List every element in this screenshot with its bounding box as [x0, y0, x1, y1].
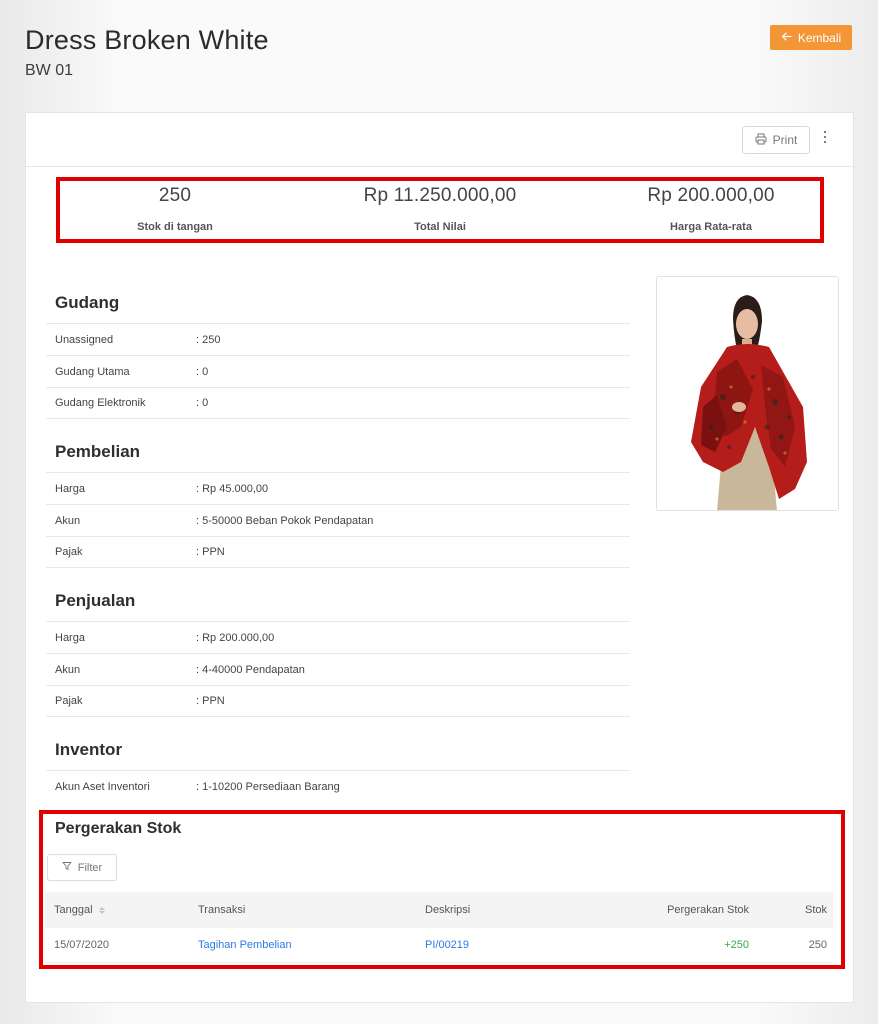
stock-movement-panel: Pergerakan Stok Filter Tanggal Transaksi…	[39, 810, 845, 969]
detail-value: : PPN	[196, 546, 225, 558]
detail-row: Akun : 5-50000 Beban Pokok Pendapatan	[46, 504, 630, 536]
filter-button-label: Filter	[77, 861, 103, 874]
detail-value: : Rp 200.000,00	[196, 631, 275, 644]
detail-row: Gudang Elektronik : 0	[46, 387, 630, 419]
product-detail-card: Print 250 Stok di tangan Rp 11.250.000,0…	[25, 112, 854, 1003]
column-header-pergerakan-stok: Pergerakan Stok	[667, 904, 749, 916]
detail-value: : 0	[196, 397, 209, 409]
detail-value: : 1-10200 Persediaan Barang	[196, 780, 340, 793]
detail-value: : Rp 45.000,00	[196, 482, 269, 495]
stat-label: Total Nilai	[414, 221, 466, 233]
back-button[interactable]: Kembali	[770, 25, 852, 50]
stat-average-price: Rp 200.000,00 Harga Rata-rata	[583, 181, 839, 233]
arrow-left-icon	[781, 31, 792, 45]
detail-label: Gudang Utama	[55, 365, 130, 378]
detail-row: Akun : 4-40000 Pendapatan	[46, 653, 630, 685]
section-title-penjualan: Penjualan	[55, 591, 136, 610]
table-row: 15/07/2020 Tagihan Pembelian PI/00219 +2…	[45, 928, 833, 963]
filter-icon	[62, 861, 72, 874]
detail-label: Unassigned	[55, 333, 114, 346]
transaction-link[interactable]: Tagihan Pembelian	[198, 939, 425, 951]
product-code: BW 01	[25, 62, 74, 79]
detail-value: : 4-40000 Pendapatan	[196, 663, 305, 676]
printer-icon	[755, 133, 767, 148]
column-header-deskripsi: Deskripsi	[425, 904, 471, 916]
detail-row: Gudang Utama : 0	[46, 355, 630, 387]
detail-label: Harga	[55, 631, 85, 644]
sort-icon[interactable]	[98, 906, 105, 914]
detail-label: Gudang Elektronik	[55, 397, 146, 409]
section-title-gudang: Gudang	[55, 293, 120, 312]
stat-value: Rp 200.000,00	[647, 185, 775, 206]
table-header: Tanggal Transaksi Deskripsi Pergerakan S…	[45, 892, 833, 928]
detail-row: Pajak : PPN	[46, 536, 630, 568]
page-header: Dress Broken White BW 01	[25, 22, 269, 80]
cell-pergerakan-stok: +250	[724, 939, 749, 951]
detail-label: Akun	[55, 663, 81, 676]
card-toolbar: Print	[26, 113, 853, 167]
stock-summary: 250 Stok di tangan Rp 11.250.000,00 Tota…	[56, 177, 824, 243]
section-title-pembelian: Pembelian	[55, 442, 141, 461]
description-link[interactable]: PI/00219	[425, 939, 585, 951]
product-details: Gudang Unassigned : 250 Gudang Utama : 0 G…	[46, 283, 630, 802]
stock-movement-title: Pergerakan Stok	[55, 820, 182, 837]
back-button-label: Kembali	[797, 30, 842, 45]
detail-label: Akun Aset Inventori	[55, 780, 150, 793]
print-button-label: Print	[772, 133, 798, 147]
detail-value: : PPN	[196, 695, 225, 707]
detail-row: Unassigned : 250	[46, 323, 630, 355]
detail-value: : 250	[196, 333, 221, 346]
column-header-tanggal[interactable]: Tanggal	[45, 904, 198, 916]
stat-label: Harga Rata-rata	[670, 221, 752, 233]
detail-label: Pajak	[55, 695, 83, 707]
print-button[interactable]: Print	[742, 126, 810, 154]
detail-label: Pajak	[55, 546, 83, 558]
page-title: Dress Broken White	[25, 25, 269, 55]
more-vertical-icon[interactable]	[818, 127, 832, 147]
detail-row: Pajak : PPN	[46, 685, 630, 717]
stat-label: Stok di tangan	[137, 221, 213, 233]
detail-row: Harga : Rp 45.000,00	[46, 472, 630, 504]
stat-stock-on-hand: 250 Stok di tangan	[47, 181, 303, 233]
detail-row: Harga : Rp 200.000,00	[46, 621, 630, 653]
cell-tanggal: 15/07/2020	[54, 939, 110, 951]
column-header-label: Tanggal	[54, 904, 93, 916]
detail-row: Akun Aset Inventori : 1-10200 Persediaan …	[46, 770, 630, 802]
stat-value: Rp 11.250.000,00	[363, 185, 517, 206]
cell-stok: 250	[808, 939, 827, 951]
stat-total-value: Rp 11.250.000,00 Total Nilai	[312, 181, 568, 233]
stock-movement-table: Tanggal Transaksi Deskripsi Pergerakan S…	[45, 892, 833, 963]
column-header-stok: Stok	[804, 904, 827, 916]
detail-value: : 5-50000 Beban Pokok Pendapatan	[196, 514, 374, 527]
detail-value: : 0	[196, 365, 209, 378]
detail-label: Akun	[55, 514, 81, 527]
detail-label: Harga	[55, 482, 85, 495]
stat-value: 250	[158, 185, 192, 206]
product-image	[656, 276, 839, 511]
column-header-transaksi: Transaksi	[198, 904, 246, 916]
filter-button[interactable]: Filter	[47, 854, 117, 881]
section-title-inventor: Inventor	[55, 740, 123, 759]
